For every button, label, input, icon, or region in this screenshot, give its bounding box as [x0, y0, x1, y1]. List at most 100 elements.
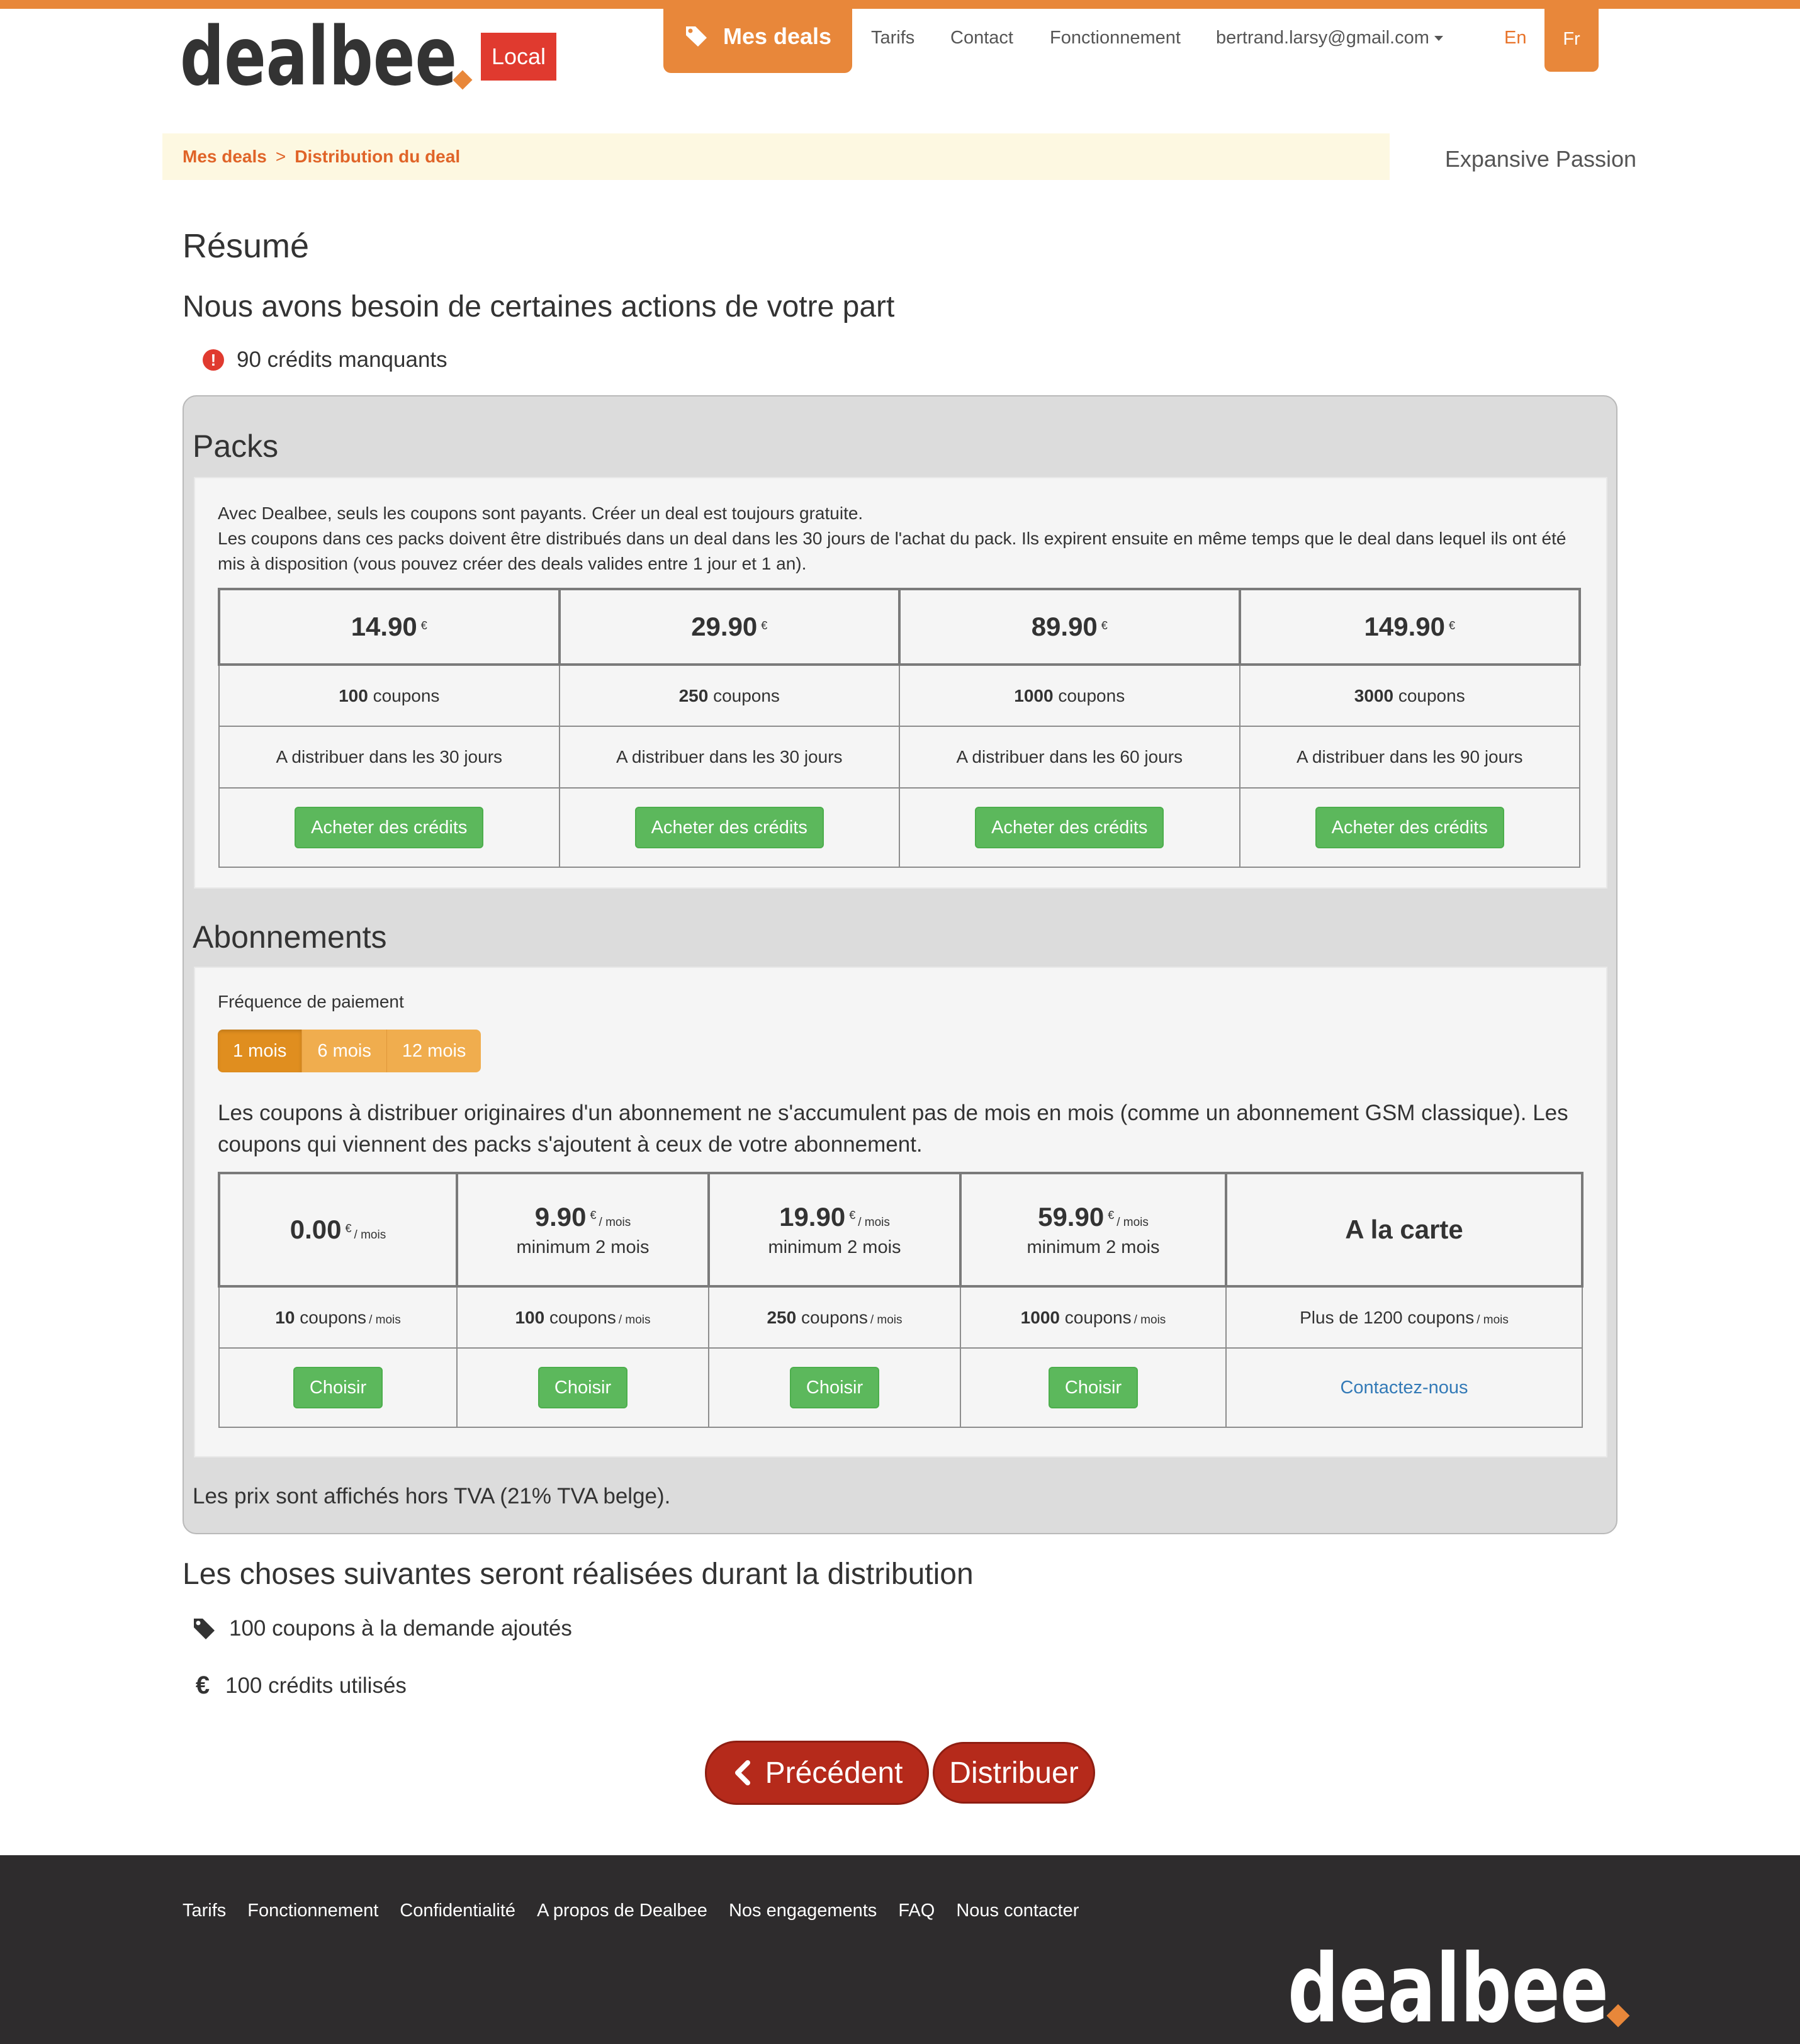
pack-price-cell: 29.90 € [558, 588, 901, 666]
plan-coupon-count: 100 [515, 1307, 545, 1327]
account-name: Expansive Passion [1444, 146, 1636, 172]
pack-coupon-count: 3000 [1354, 685, 1394, 705]
logo-text: dealbee [180, 23, 457, 96]
buy-credits-button[interactable]: Acheter des crédits [295, 807, 484, 848]
coupons-word: coupons [300, 1307, 367, 1327]
tag-icon [194, 1619, 215, 1639]
plan-price: 19.90 [779, 1201, 846, 1232]
frequency-6-months[interactable]: 6 mois [302, 1030, 387, 1072]
pack-coupons-cell: 100 coupons [218, 664, 560, 727]
frequency-toggle: 1 mois 6 mois 12 mois [218, 1030, 481, 1072]
breadcrumb-deal-distribution[interactable]: Distribution du deal [295, 147, 460, 167]
nav-my-deals-label: Mes deals [723, 23, 832, 49]
distribute-button[interactable]: Distribuer [933, 1742, 1095, 1804]
nav-contact[interactable]: Contact [950, 28, 1013, 48]
per-month: / mois [1133, 1313, 1166, 1327]
per-month: / mois [870, 1313, 903, 1327]
pack-action-cell: Acheter des crédits [218, 787, 560, 868]
choose-plan-button[interactable]: Choisir [293, 1367, 383, 1408]
choose-plan-button[interactable]: Choisir [537, 1367, 628, 1408]
footer-link-pricing[interactable]: Tarifs [183, 1901, 226, 1921]
footer: Tarifs Fonctionnement Confidentialité A … [0, 1855, 1800, 2044]
currency-symbol: € [1101, 619, 1108, 632]
plan-coupons-cell: 10 coupons / mois [218, 1286, 458, 1349]
packs-well: Avec Dealbee, seuls les coupons sont pay… [194, 477, 1607, 889]
breadcrumb-separator: > [275, 147, 286, 166]
nav-pricing[interactable]: Tarifs [871, 28, 914, 48]
pack-validity: A distribuer dans les 30 jours [558, 726, 900, 789]
subscriptions-heading: Abonnements [193, 919, 387, 955]
dealbee-logo[interactable]: dealbee [180, 23, 482, 96]
plan-custom-cell: A la carte [1225, 1172, 1583, 1288]
choose-plan-button[interactable]: Choisir [1048, 1367, 1139, 1408]
distribution-item: € 100 crédits utilisés [193, 1671, 407, 1700]
plan-price: 59.90 [1038, 1201, 1105, 1232]
buy-credits-button[interactable]: Acheter des crédits [975, 807, 1164, 848]
previous-label: Précédent [765, 1756, 903, 1790]
pack-coupons-cell: 1000 coupons [899, 664, 1240, 727]
currency-symbol: € [1448, 619, 1455, 632]
pack-coupons-cell: 250 coupons [558, 664, 900, 727]
footer-link-how-it-works[interactable]: Fonctionnement [247, 1901, 378, 1921]
plan-price: 9.90 [534, 1201, 587, 1232]
pack-coupons-cell: 3000 coupons [1239, 664, 1580, 727]
pack-price-cell: 89.90 € [898, 588, 1241, 666]
custom-plan-title: A la carte [1345, 1215, 1463, 1244]
frequency-1-month[interactable]: 1 mois [218, 1030, 303, 1072]
missing-credits-alert: ! 90 crédits manquants [203, 347, 447, 373]
chevron-left-icon [734, 1760, 750, 1785]
frequency-12-months[interactable]: 12 mois [386, 1030, 481, 1072]
previous-button[interactable]: Précédent [705, 1741, 929, 1805]
footer-dealbee-logo[interactable]: dealbee [1288, 1947, 1640, 2035]
custom-plan-coupons: Plus de 1200 coupons [1300, 1307, 1475, 1327]
packs-intro-line1: Avec Dealbee, seuls les coupons sont pay… [218, 503, 863, 523]
plan-minimum: minimum 2 mois [1027, 1237, 1160, 1257]
distribution-heading: Les choses suivantes seront réalisées du… [183, 1558, 974, 1591]
coupons-word: coupons [1058, 685, 1125, 705]
plan-coupons-cell: 100 coupons / mois [456, 1286, 709, 1349]
choose-plan-button[interactable]: Choisir [789, 1367, 880, 1408]
nav-how-it-works[interactable]: Fonctionnement [1050, 28, 1181, 48]
plan-coupons-cell: 250 coupons / mois [708, 1286, 961, 1349]
plan-action-cell: Choisir [456, 1347, 709, 1428]
plan-coupon-count: 250 [767, 1307, 797, 1327]
tags-icon [685, 26, 707, 47]
breadcrumb-my-deals[interactable]: Mes deals [183, 147, 267, 167]
pack-coupon-count: 250 [678, 685, 709, 705]
footer-link-commitments[interactable]: Nos engagements [729, 1901, 877, 1921]
plan-action-cell: Choisir [960, 1347, 1227, 1428]
pack-price: 149.90 [1364, 612, 1445, 641]
local-badge: Local [481, 33, 556, 81]
packs-intro-line2: Les coupons dans ces packs doivent être … [218, 529, 1567, 573]
pack-action-cell: Acheter des crédits [899, 787, 1240, 868]
nav-user-menu[interactable]: bertrand.larsy@gmail.com [1216, 28, 1443, 48]
footer-link-contact[interactable]: Nous contacter [956, 1901, 1079, 1921]
lang-fr-active[interactable]: Fr [1544, 0, 1599, 72]
footer-link-privacy[interactable]: Confidentialité [400, 1901, 515, 1921]
plan-price-cell: 9.90 €/ mois minimum 2 mois [456, 1172, 710, 1288]
top-accent-stripe [0, 0, 1800, 9]
pack-action-cell: Acheter des crédits [558, 787, 900, 868]
lang-en-link[interactable]: En [1504, 28, 1526, 48]
per-month: / mois [618, 1313, 651, 1327]
per-month: / mois [1477, 1313, 1509, 1327]
plan-action-cell: Choisir [708, 1347, 961, 1428]
coupons-word: coupons [549, 1307, 616, 1327]
buy-credits-button[interactable]: Acheter des crédits [634, 807, 824, 848]
plan-price-cell: 59.90 €/ mois minimum 2 mois [959, 1172, 1227, 1288]
subscriptions-table: 0.00 €/ mois 9.90 €/ mois minimum 2 mois 1… [218, 1172, 1583, 1428]
plan-coupons-cell: 1000 coupons / mois [960, 1286, 1227, 1349]
pack-price: 14.90 [351, 612, 417, 641]
footer-link-faq[interactable]: FAQ [898, 1901, 935, 1921]
plan-coupon-count: 1000 [1020, 1307, 1060, 1327]
per-month: / mois [599, 1215, 631, 1229]
plan-action-cell: Contactez-nous [1225, 1347, 1583, 1428]
footer-link-about[interactable]: A propos de Dealbee [537, 1901, 707, 1921]
pack-coupon-count: 1000 [1014, 685, 1054, 705]
contact-us-link[interactable]: Contactez-nous [1340, 1378, 1468, 1398]
currency-symbol: € [590, 1209, 597, 1222]
nav-my-deals[interactable]: Mes deals [663, 0, 852, 73]
per-month: / mois [369, 1313, 401, 1327]
buy-credits-button[interactable]: Acheter des crédits [1315, 807, 1504, 848]
pack-coupon-count: 100 [339, 685, 368, 705]
